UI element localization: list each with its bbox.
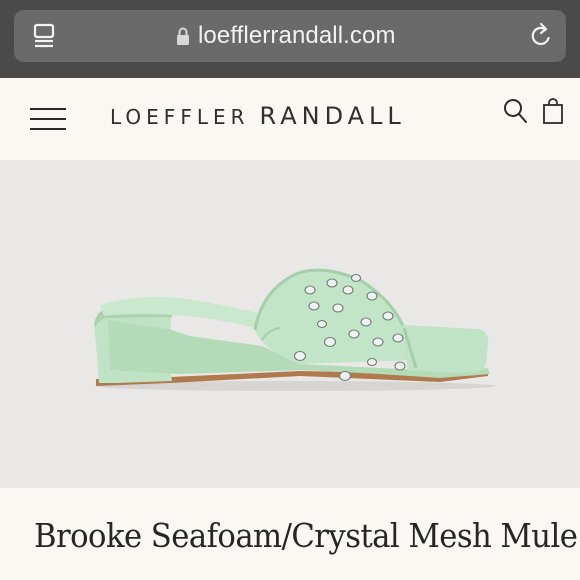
- reload-icon[interactable]: [528, 22, 554, 50]
- tabs-icon[interactable]: [32, 22, 58, 50]
- site-header: LOEFFLER RANDALL: [0, 78, 580, 160]
- product-image[interactable]: [0, 160, 580, 488]
- shopping-bag-icon[interactable]: [542, 98, 564, 124]
- lock-icon: [177, 27, 189, 45]
- search-icon[interactable]: [503, 98, 527, 124]
- browser-bar: loefflerrandall.com: [0, 0, 580, 78]
- shoe-illustration: [94, 268, 495, 391]
- logo-part-1: LOEFFLER: [110, 105, 250, 129]
- url-text[interactable]: loefflerrandall.com: [198, 22, 396, 50]
- product-title: Brooke Seafoam/Crystal Mesh Mule: [34, 516, 578, 555]
- brand-logo[interactable]: LOEFFLER RANDALL: [110, 102, 406, 130]
- logo-part-2: RANDALL: [259, 102, 406, 130]
- address-bar[interactable]: loefflerrandall.com: [14, 10, 566, 62]
- menu-icon[interactable]: [30, 108, 66, 130]
